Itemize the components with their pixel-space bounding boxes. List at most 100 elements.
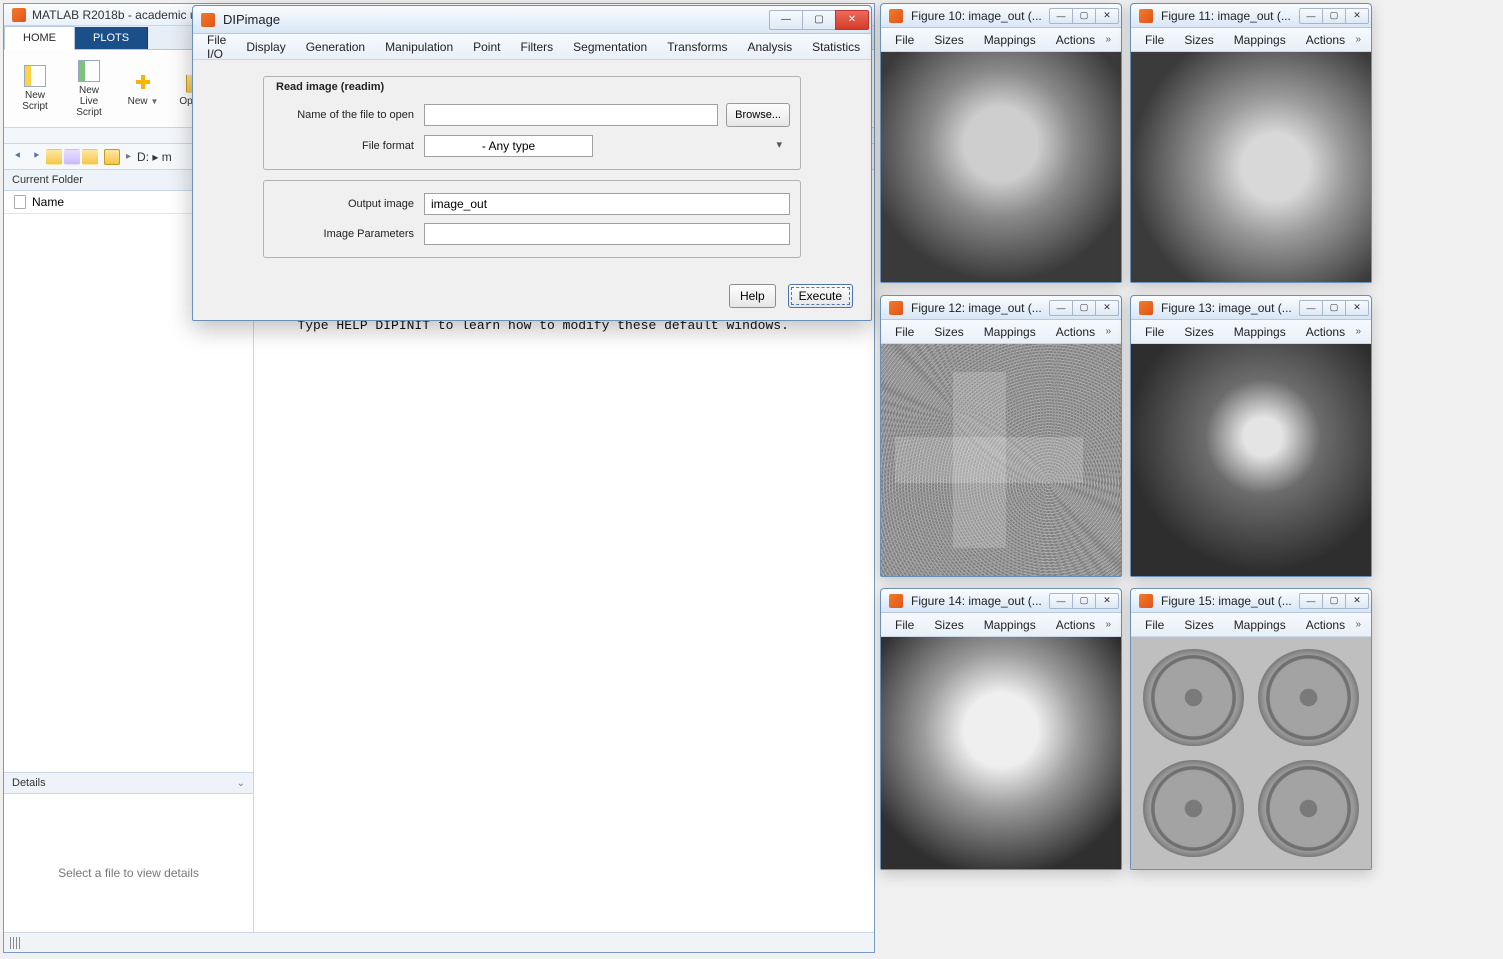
- maximize-button[interactable]: ▢: [1322, 300, 1346, 316]
- figure-canvas[interactable]: [1131, 52, 1371, 282]
- maximize-button[interactable]: ▢: [1072, 300, 1096, 316]
- menu-file[interactable]: File: [1135, 321, 1174, 343]
- menu-actions[interactable]: Actions: [1046, 321, 1105, 343]
- tab-home[interactable]: HOME: [4, 26, 75, 50]
- new-live-script-button[interactable]: New Live Script: [64, 58, 114, 120]
- menu-mappings[interactable]: Mappings: [1224, 321, 1296, 343]
- figure-title-bar[interactable]: Figure 13: image_out (... —▢✕: [1131, 296, 1371, 320]
- menu-actions[interactable]: Actions: [1046, 29, 1105, 51]
- close-button[interactable]: ✕: [1345, 593, 1369, 609]
- tab-plots[interactable]: PLOTS: [75, 27, 148, 49]
- menu-sizes[interactable]: Sizes: [1174, 321, 1223, 343]
- close-button[interactable]: ✕: [1095, 300, 1119, 316]
- folder-icon[interactable]: [64, 149, 80, 165]
- menu-actions[interactable]: Actions: [1296, 29, 1355, 51]
- figure-canvas[interactable]: [881, 52, 1121, 282]
- menu-file-io[interactable]: File I/O: [197, 29, 236, 65]
- figure-menubar: File Sizes Mappings Actions »: [881, 28, 1121, 52]
- menu-actions[interactable]: Actions: [1296, 321, 1355, 343]
- minimize-button[interactable]: —: [1049, 300, 1073, 316]
- menu-actions[interactable]: Actions: [1046, 614, 1105, 636]
- chevron-menu-icon[interactable]: »: [1105, 326, 1117, 337]
- image-params-input[interactable]: [424, 223, 790, 245]
- folder-icon[interactable]: [46, 149, 62, 165]
- figure-title: Figure 11: image_out (...: [1161, 9, 1291, 23]
- minimize-button[interactable]: —: [1299, 300, 1323, 316]
- menu-manipulation[interactable]: Manipulation: [375, 36, 463, 58]
- chevron-menu-icon[interactable]: »: [1355, 326, 1367, 337]
- chevron-down-icon[interactable]: ⌄: [237, 778, 245, 789]
- figure-title: Figure 14: image_out (...: [911, 594, 1042, 608]
- figure-title-bar[interactable]: Figure 12: image_out (... —▢✕: [881, 296, 1121, 320]
- path-crumb[interactable]: D: ▸ m: [137, 150, 172, 164]
- folder-icon[interactable]: [82, 149, 98, 165]
- menu-mappings[interactable]: Mappings: [974, 321, 1046, 343]
- minimize-button[interactable]: —: [769, 10, 803, 30]
- figure-title-bar[interactable]: Figure 10: image_out (... —▢✕: [881, 4, 1121, 28]
- menu-point[interactable]: Point: [463, 36, 510, 58]
- menu-sizes[interactable]: Sizes: [1174, 29, 1223, 51]
- close-button[interactable]: ✕: [835, 10, 869, 30]
- minimize-button[interactable]: —: [1299, 8, 1323, 24]
- minimize-button[interactable]: —: [1299, 593, 1323, 609]
- menu-sizes[interactable]: Sizes: [1174, 614, 1223, 636]
- menu-analysis[interactable]: Analysis: [737, 36, 802, 58]
- nav-fwd-icon[interactable]: ⯈: [28, 149, 44, 165]
- file-to-open-input[interactable]: [424, 104, 718, 126]
- menu-sizes[interactable]: Sizes: [924, 29, 973, 51]
- browse-button[interactable]: Browse...: [726, 103, 790, 127]
- menu-sizes[interactable]: Sizes: [924, 321, 973, 343]
- matlab-logo-icon: [889, 594, 903, 608]
- menu-filters[interactable]: Filters: [510, 36, 563, 58]
- maximize-button[interactable]: ▢: [1072, 593, 1096, 609]
- chevron-menu-icon[interactable]: »: [1355, 619, 1367, 630]
- resize-grip-icon[interactable]: [10, 937, 22, 949]
- menu-file[interactable]: File: [1135, 614, 1174, 636]
- menu-segmentation[interactable]: Segmentation: [563, 36, 657, 58]
- menu-display[interactable]: Display: [236, 36, 295, 58]
- maximize-button[interactable]: ▢: [1072, 8, 1096, 24]
- menu-file[interactable]: File: [885, 614, 924, 636]
- window-controls: — ▢ ✕: [770, 10, 869, 30]
- close-button[interactable]: ✕: [1345, 300, 1369, 316]
- figure-title-bar[interactable]: Figure 15: image_out (... —▢✕: [1131, 589, 1371, 613]
- dip-title-bar[interactable]: DIPimage — ▢ ✕: [193, 6, 871, 34]
- chevron-menu-icon[interactable]: »: [1105, 619, 1117, 630]
- minimize-button[interactable]: —: [1049, 593, 1073, 609]
- menu-transforms[interactable]: Transforms: [657, 36, 737, 58]
- menu-actions[interactable]: Actions: [1296, 614, 1355, 636]
- menu-file[interactable]: File: [1135, 29, 1174, 51]
- details-header[interactable]: Details ⌄: [4, 773, 253, 794]
- menu-mappings[interactable]: Mappings: [974, 614, 1046, 636]
- chevron-menu-icon[interactable]: »: [1355, 34, 1367, 45]
- new-script-button[interactable]: New Script: [10, 58, 60, 120]
- maximize-button[interactable]: ▢: [1322, 593, 1346, 609]
- nav-back-icon[interactable]: ⯇: [10, 149, 26, 165]
- menu-file[interactable]: File: [885, 29, 924, 51]
- figure-canvas[interactable]: [881, 344, 1121, 576]
- file-format-select[interactable]: [424, 135, 593, 157]
- figure-canvas[interactable]: [881, 637, 1121, 869]
- new-button[interactable]: New ▼: [118, 58, 168, 120]
- minimize-button[interactable]: —: [1049, 8, 1073, 24]
- help-button[interactable]: Help: [729, 284, 776, 308]
- chevron-menu-icon[interactable]: »: [1105, 34, 1117, 45]
- close-button[interactable]: ✕: [1095, 593, 1119, 609]
- maximize-button[interactable]: ▢: [1322, 8, 1346, 24]
- figure-title-bar[interactable]: Figure 11: image_out (... —▢✕: [1131, 4, 1371, 28]
- execute-button[interactable]: Execute: [788, 284, 853, 308]
- maximize-button[interactable]: ▢: [802, 10, 836, 30]
- menu-generation[interactable]: Generation: [296, 36, 375, 58]
- output-image-input[interactable]: [424, 193, 790, 215]
- menu-sizes[interactable]: Sizes: [924, 614, 973, 636]
- figure-canvas[interactable]: [1131, 637, 1371, 869]
- menu-mappings[interactable]: Mappings: [1224, 29, 1296, 51]
- close-button[interactable]: ✕: [1095, 8, 1119, 24]
- figure-title-bar[interactable]: Figure 14: image_out (... —▢✕: [881, 589, 1121, 613]
- menu-mappings[interactable]: Mappings: [974, 29, 1046, 51]
- menu-mappings[interactable]: Mappings: [1224, 614, 1296, 636]
- menu-file[interactable]: File: [885, 321, 924, 343]
- close-button[interactable]: ✕: [1345, 8, 1369, 24]
- figure-canvas[interactable]: [1131, 344, 1371, 576]
- menu-statistics[interactable]: Statistics: [802, 36, 870, 58]
